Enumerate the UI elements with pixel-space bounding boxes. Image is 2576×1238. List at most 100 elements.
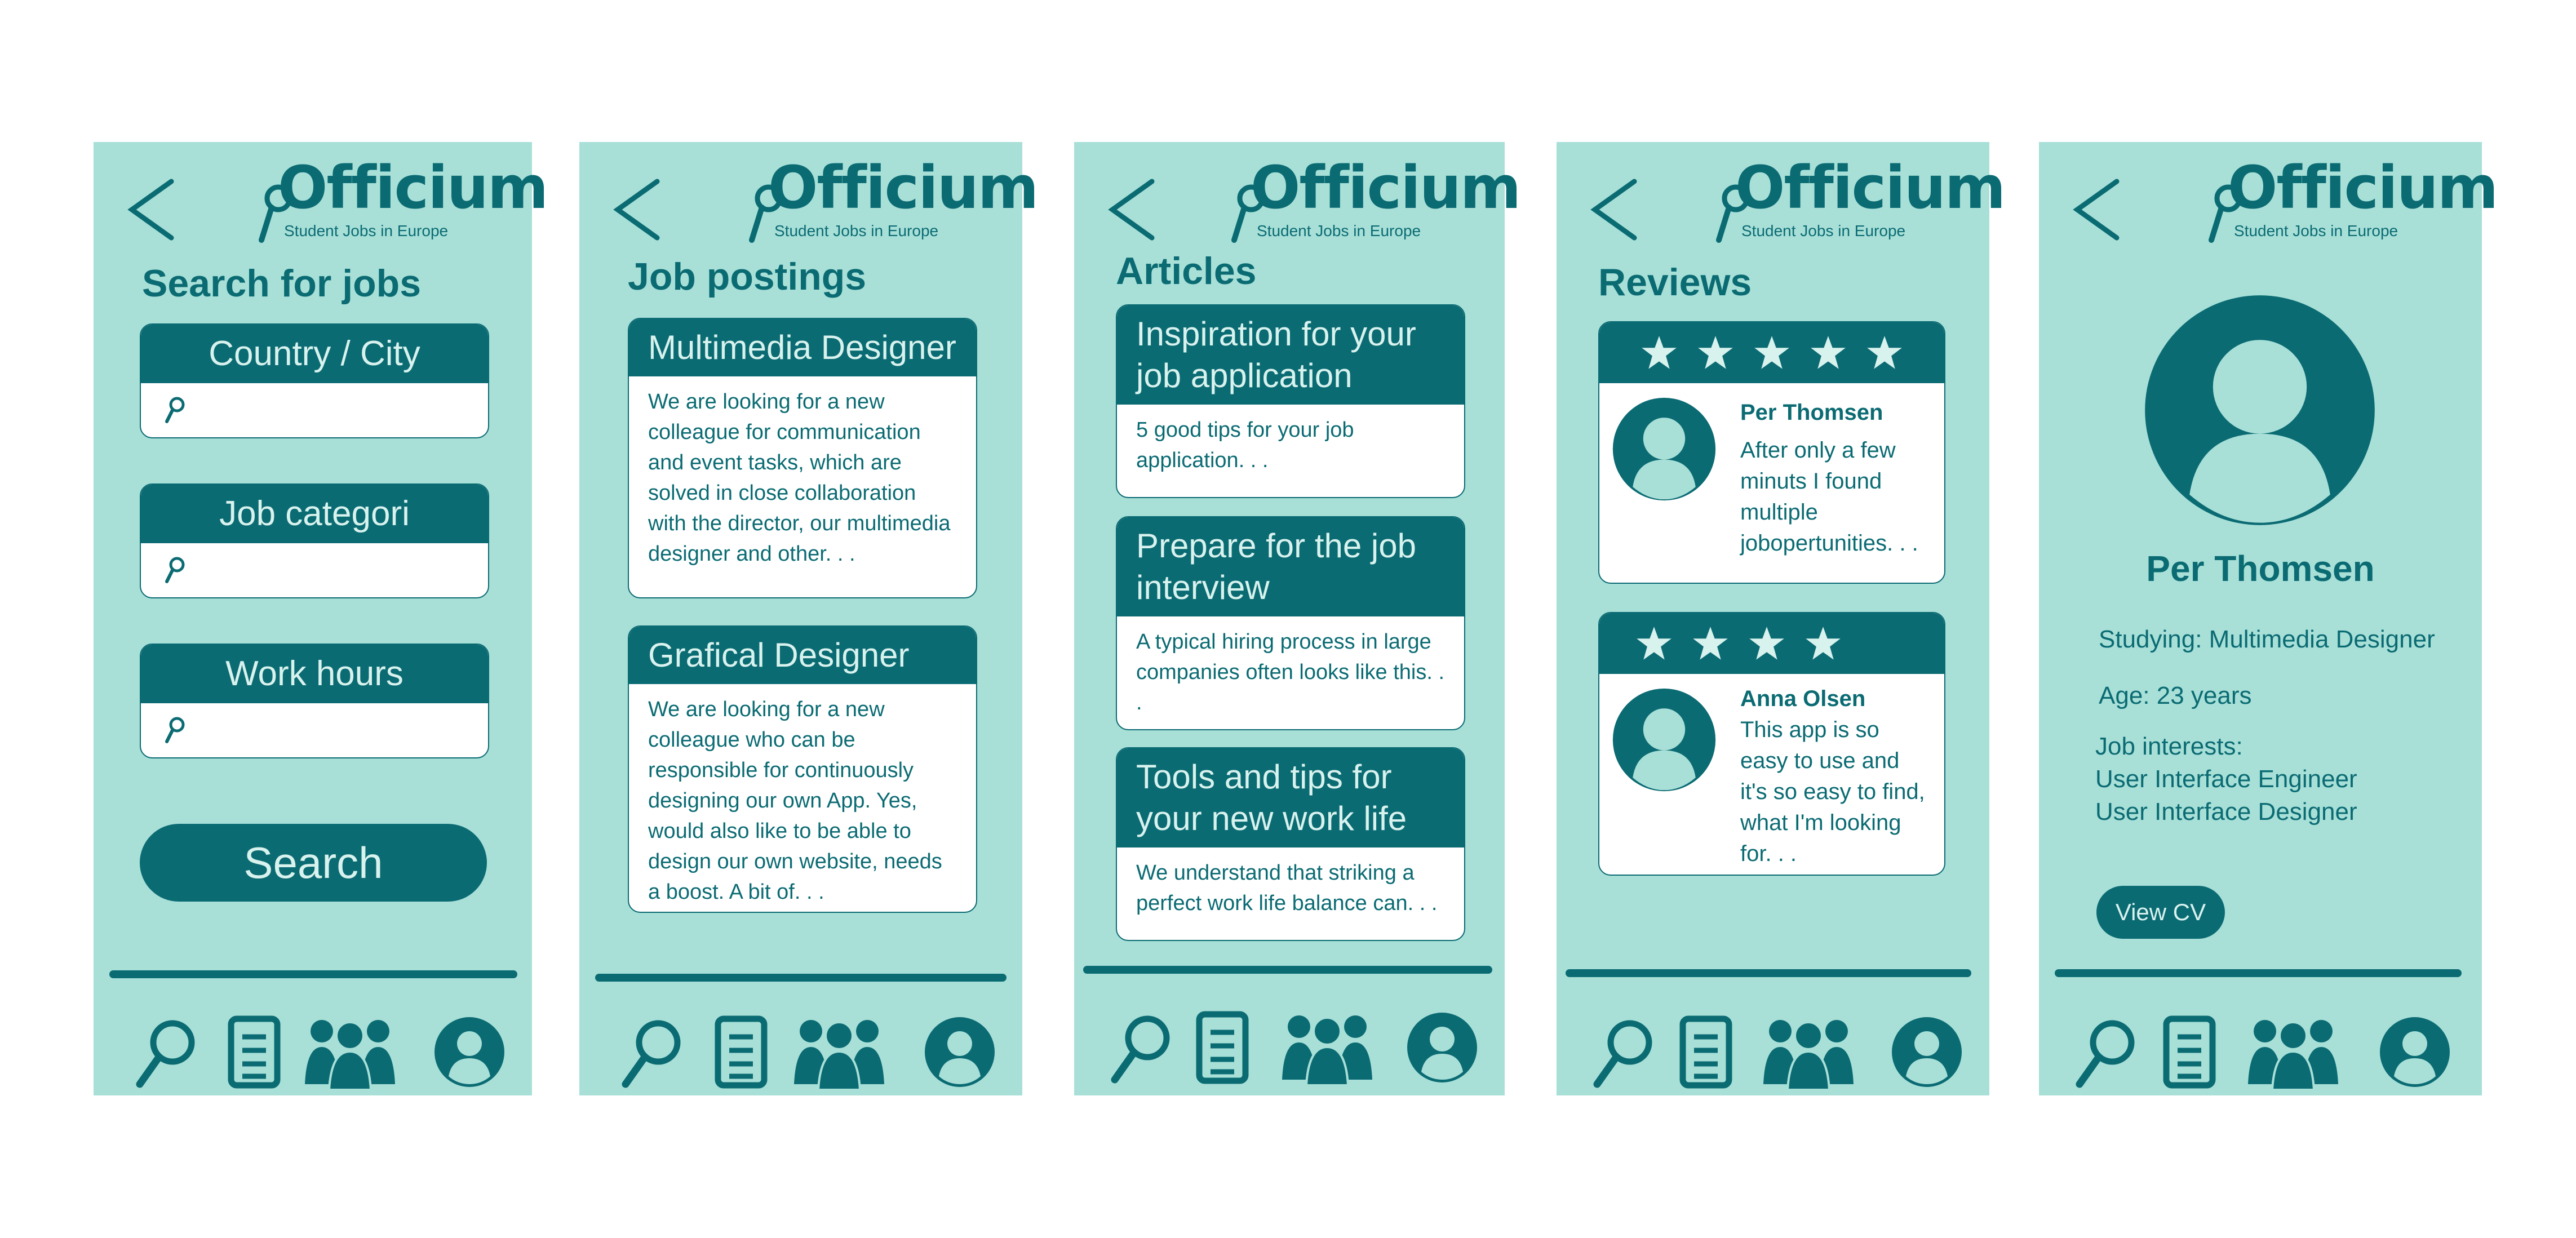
people-icon[interactable] <box>302 1010 398 1094</box>
screen-search: Officium Student Jobs in Europe Search f… <box>94 142 548 1095</box>
bottom-nav <box>579 1010 1022 1094</box>
article-card[interactable]: Tools and tips for your new work life We… <box>1116 747 1465 941</box>
search-button[interactable]: Search <box>140 824 487 902</box>
country-city-input[interactable] <box>141 383 488 437</box>
nav-divider <box>1566 969 1971 977</box>
screen-profile: Officium Student Jobs in Europe Per Thom… <box>2039 142 2498 1095</box>
people-icon[interactable] <box>1761 1010 1856 1094</box>
reviewer-name: Anna Olsen <box>1740 686 1866 711</box>
search-icon[interactable] <box>123 1010 207 1094</box>
logo-wordmark: Officium <box>1251 153 1521 222</box>
job-interest-item: User Interface Engineer <box>2095 765 2357 793</box>
profile-name: Per Thomsen <box>2146 548 2375 589</box>
logo-wordmark: Officium <box>1735 153 2006 222</box>
job-description: We are looking for a new colleague for c… <box>648 390 951 566</box>
job-description: We are looking for a new colleague who c… <box>648 698 942 904</box>
search-icon <box>163 556 186 584</box>
star-icon <box>1753 334 1790 371</box>
profile-icon[interactable] <box>2373 1010 2457 1094</box>
review-text: This app is so easy to use and it's so e… <box>1740 717 1925 866</box>
people-icon[interactable] <box>2245 1010 2341 1094</box>
search-icon[interactable] <box>2063 1010 2147 1094</box>
review-text: After only a few minuts I found multiple… <box>1740 438 1918 556</box>
star-rating <box>1599 613 1944 674</box>
job-category-input[interactable] <box>141 543 488 597</box>
screen-reviews: Officium Student Jobs in Europe Reviews … <box>1557 142 2006 1095</box>
job-posting-card[interactable]: Grafical Designer We are looking for a n… <box>628 625 977 913</box>
review-card[interactable]: Per Thomsen After only a few minuts I fo… <box>1598 321 1945 584</box>
back-arrow-icon[interactable] <box>125 176 176 243</box>
avatar-icon <box>1612 687 1717 792</box>
document-icon[interactable] <box>1180 1005 1265 1090</box>
star-icon <box>1804 625 1842 662</box>
profile-icon[interactable] <box>1400 1005 1484 1090</box>
age-label: Age: 23 years <box>2099 682 2252 709</box>
search-icon[interactable] <box>609 1010 693 1094</box>
star-icon <box>1641 334 1678 371</box>
star-icon <box>1810 334 1847 371</box>
work-hours-input[interactable] <box>141 703 488 757</box>
field-label: Work hours <box>141 645 488 703</box>
search-icon <box>163 396 186 424</box>
article-excerpt: We understand that striking a perfect wo… <box>1136 861 1438 915</box>
nav-divider <box>109 970 517 978</box>
logo-tagline: Student Jobs in Europe <box>2234 222 2398 239</box>
search-icon[interactable] <box>1580 1010 1665 1094</box>
logo: Officium Student Jobs in Europe <box>258 153 548 243</box>
avatar-icon <box>1612 397 1717 502</box>
profile-icon[interactable] <box>917 1010 1002 1094</box>
document-icon[interactable] <box>2147 1010 2232 1094</box>
back-arrow-icon[interactable] <box>1106 176 1156 243</box>
document-icon[interactable] <box>1664 1010 1748 1094</box>
article-excerpt: 5 good tips for your job application. . … <box>1136 418 1354 472</box>
view-cv-button[interactable]: View CV <box>2096 886 2225 939</box>
field-label: Job categori <box>141 485 488 543</box>
logo-wordmark: Officium <box>278 153 548 222</box>
page-title: Search for jobs <box>142 262 422 305</box>
field-label: Country / City <box>141 325 488 383</box>
logo-wordmark: Officium <box>768 153 1039 222</box>
star-icon <box>1697 334 1734 371</box>
article-card[interactable]: Inspiration for your job application 5 g… <box>1116 304 1465 498</box>
page-title: Job postings <box>628 255 867 298</box>
screen-job-postings: Officium Student Jobs in Europe Job post… <box>579 142 1039 1095</box>
job-title: Grafical Designer <box>629 627 976 684</box>
job-category-field: Job categori <box>140 483 489 598</box>
job-posting-card[interactable]: Multimedia Designer We are looking for a… <box>628 318 977 598</box>
star-icon <box>1692 625 1729 662</box>
people-icon[interactable] <box>791 1010 887 1094</box>
logo: Officium Student Jobs in Europe <box>748 153 1039 243</box>
search-icon[interactable] <box>1098 1005 1182 1090</box>
article-card[interactable]: Prepare for the job interview A typical … <box>1116 516 1465 730</box>
page-title: Reviews <box>1598 261 1752 304</box>
back-arrow-icon[interactable] <box>2070 176 2121 243</box>
people-icon[interactable] <box>1279 1005 1375 1090</box>
article-title: Prepare for the job interview <box>1117 517 1464 616</box>
star-icon <box>1866 334 1903 371</box>
logo-tagline: Student Jobs in Europe <box>1257 222 1421 239</box>
nav-divider <box>2055 969 2462 977</box>
document-icon[interactable] <box>212 1010 296 1094</box>
profile-icon[interactable] <box>1885 1010 1969 1094</box>
bottom-nav <box>1074 1005 1505 1090</box>
back-arrow-icon[interactable] <box>611 176 662 243</box>
logo-wordmark: Officium <box>2228 153 2498 222</box>
logo: Officium Student Jobs in Europe <box>1715 153 2006 243</box>
country-city-field: Country / City <box>140 323 489 438</box>
star-icon <box>1748 625 1785 662</box>
star-icon <box>1635 625 1673 662</box>
page-title: Articles <box>1116 250 1257 292</box>
logo-tagline: Student Jobs in Europe <box>284 222 449 239</box>
search-icon <box>163 716 186 744</box>
job-interests-label: Job interests: <box>2095 733 2243 760</box>
bottom-nav <box>94 1010 532 1094</box>
star-rating <box>1599 322 1944 383</box>
bottom-nav <box>1557 1010 1989 1094</box>
back-arrow-icon[interactable] <box>1588 176 1639 243</box>
document-icon[interactable] <box>699 1010 783 1094</box>
article-title: Tools and tips for your new work life <box>1117 748 1464 847</box>
job-title: Multimedia Designer <box>629 319 976 376</box>
logo-tagline: Student Jobs in Europe <box>774 222 939 239</box>
review-card[interactable]: Anna Olsen This app is so easy to use an… <box>1598 612 1945 876</box>
profile-icon[interactable] <box>427 1010 512 1094</box>
